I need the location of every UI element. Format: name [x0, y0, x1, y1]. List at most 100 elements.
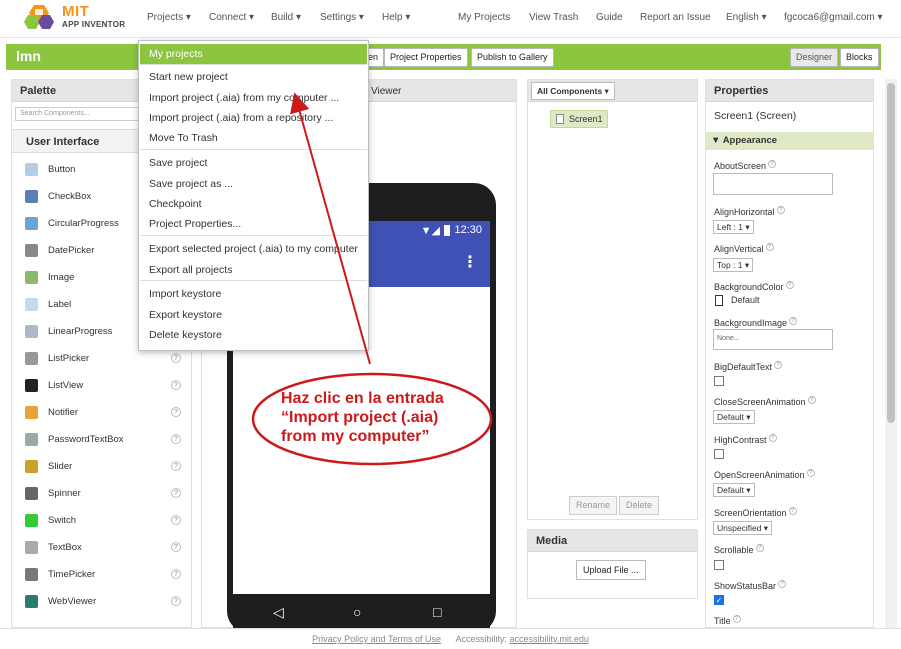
menu-item-export-selected-project[interactable]: Export selected project (.aia) to my com… — [140, 239, 367, 259]
high-contrast-checkbox[interactable] — [714, 449, 724, 459]
annotation-line-2: “Import project (.aia) — [281, 409, 439, 426]
menu-item-save-project-as[interactable]: Save project as ... — [140, 174, 367, 194]
page-scrollbar[interactable] — [885, 79, 897, 628]
scrollbar-thumb[interactable] — [887, 83, 895, 423]
rename-button[interactable]: Rename — [569, 496, 618, 515]
help-icon[interactable]: ? — [785, 281, 794, 289]
designer-button[interactable]: Designer — [790, 48, 839, 67]
help-icon[interactable]: ? — [171, 380, 181, 390]
app-inventor-logo[interactable]: MIT APP INVENTOR — [22, 3, 132, 33]
open-screen-animation-select[interactable]: Default ▾ — [713, 483, 755, 497]
help-icon[interactable]: ? — [171, 353, 181, 363]
nav-my-projects[interactable]: My Projects — [458, 12, 510, 23]
about-screen-textarea[interactable] — [713, 173, 833, 195]
nav-connect[interactable]: Connect ▾ — [209, 12, 254, 23]
annotation-line-3: from my computer” — [281, 428, 430, 445]
palette-item-listview[interactable]: ListView? — [12, 373, 191, 400]
menu-separator — [140, 280, 367, 281]
nav-guide[interactable]: Guide — [596, 12, 623, 23]
menu-item-move-to-trash[interactable]: Move To Trash — [140, 128, 367, 148]
project-properties-button[interactable]: Project Properties — [384, 48, 468, 67]
palette-item-slider[interactable]: Slider? — [12, 454, 191, 481]
help-icon[interactable]: ? — [171, 515, 181, 525]
align-horizontal-select[interactable]: Left : 1 ▾ — [713, 220, 754, 234]
help-icon[interactable]: ? — [171, 461, 181, 471]
nav-report-issue[interactable]: Report an Issue — [640, 12, 711, 23]
background-color-swatch[interactable] — [715, 295, 723, 306]
help-icon[interactable]: ? — [774, 361, 783, 369]
palette-item-switch[interactable]: Switch? — [12, 508, 191, 535]
appearance-group-header[interactable]: ▼ Appearance — [706, 132, 873, 150]
menu-item-start-new-project[interactable]: Start new project — [140, 67, 367, 87]
nav-settings[interactable]: Settings ▾ — [320, 12, 364, 23]
palette-item-passwordtextbox[interactable]: PasswordTextBox? — [12, 427, 191, 454]
components-panel: All Components ▾ Screen1 Rename Delete — [527, 79, 698, 520]
component-tree-screen1[interactable]: Screen1 — [550, 110, 608, 128]
menu-item-import-keystore[interactable]: Import keystore — [140, 284, 367, 304]
menu-item-project-properties[interactable]: Project Properties... — [140, 214, 367, 234]
privacy-link[interactable]: Privacy Policy and Terms of Use — [312, 634, 441, 644]
spinner-icon — [25, 487, 38, 500]
help-icon[interactable]: ? — [768, 434, 777, 442]
nav-help[interactable]: Help ▾ — [382, 12, 410, 23]
all-components-dropdown[interactable]: All Components ▾ — [531, 82, 615, 100]
help-icon[interactable]: ? — [776, 206, 785, 214]
help-icon[interactable]: ? — [778, 580, 787, 588]
menu-item-import-project-from-computer[interactable]: Import project (.aia) from my computer .… — [140, 88, 367, 108]
nav-view-trash[interactable]: View Trash — [529, 12, 578, 23]
menu-item-export-all-projects[interactable]: Export all projects — [140, 260, 367, 280]
palette-item-label: Slider — [48, 461, 73, 472]
palette-item-spinner[interactable]: Spinner? — [12, 481, 191, 508]
prop-screen-orientation-label: ScreenOrientation? — [714, 507, 797, 518]
menu-item-export-keystore[interactable]: Export keystore — [140, 305, 367, 325]
prop-scrollable-label: Scrollable? — [714, 544, 764, 555]
menu-item-my-projects[interactable]: My projects — [140, 44, 367, 64]
prop-about-screen-label: AboutScreen? — [714, 160, 777, 171]
brand-line-2: APP INVENTOR — [62, 20, 126, 29]
scrollable-checkbox[interactable] — [714, 560, 724, 570]
delete-button[interactable]: Delete — [619, 496, 660, 515]
palette-item-timepicker[interactable]: TimePicker? — [12, 562, 191, 589]
datepicker-icon — [25, 244, 38, 257]
screen1-label: Screen1 — [569, 114, 603, 124]
wifi-signal-icon: ▼◢ — [420, 225, 440, 237]
help-icon[interactable]: ? — [171, 569, 181, 579]
upload-file-button[interactable]: Upload File ... — [576, 560, 646, 580]
big-default-text-checkbox[interactable] — [714, 376, 724, 386]
show-status-bar-checkbox[interactable]: ✓ — [714, 595, 724, 605]
palette-item-textbox[interactable]: TextBox? — [12, 535, 191, 562]
prop-close-screen-animation-label: CloseScreenAnimation? — [714, 396, 816, 407]
publish-to-gallery-button[interactable]: Publish to Gallery — [471, 48, 554, 67]
blocks-button[interactable]: Blocks — [840, 48, 879, 67]
help-icon[interactable]: ? — [768, 160, 777, 168]
menu-item-delete-keystore[interactable]: Delete keystore — [140, 325, 367, 345]
nav-account[interactable]: fgcoca6@gmail.com ▾ — [784, 12, 883, 23]
help-icon[interactable]: ? — [171, 407, 181, 417]
help-icon[interactable]: ? — [171, 542, 181, 552]
help-icon[interactable]: ? — [732, 615, 741, 623]
help-icon[interactable]: ? — [806, 469, 815, 477]
nav-language[interactable]: English ▾ — [726, 12, 767, 23]
help-icon[interactable]: ? — [788, 507, 797, 515]
background-image-field[interactable]: None... — [713, 329, 833, 350]
accessibility-link[interactable]: accessibility.mit.edu — [510, 634, 589, 644]
menu-item-save-project[interactable]: Save project — [140, 153, 367, 173]
close-screen-animation-select[interactable]: Default ▾ — [713, 410, 755, 424]
help-icon[interactable]: ? — [171, 596, 181, 606]
palette-item-webviewer[interactable]: WebViewer? — [12, 589, 191, 616]
help-icon[interactable]: ? — [171, 434, 181, 444]
palette-item-label: Image — [48, 272, 75, 283]
menu-item-import-project-from-repository[interactable]: Import project (.aia) from a repository … — [140, 108, 367, 128]
help-icon[interactable]: ? — [789, 317, 798, 325]
help-icon[interactable]: ? — [765, 243, 774, 251]
nav-build[interactable]: Build ▾ — [271, 12, 301, 23]
help-icon[interactable]: ? — [807, 396, 816, 404]
help-icon[interactable]: ? — [171, 488, 181, 498]
screen-orientation-select[interactable]: Unspecified ▾ — [713, 521, 773, 535]
menu-item-checkpoint[interactable]: Checkpoint — [140, 194, 367, 214]
background-color-value[interactable]: Default — [731, 295, 760, 305]
align-vertical-select[interactable]: Top : 1 ▾ — [713, 258, 754, 272]
palette-item-notifier[interactable]: Notifier? — [12, 400, 191, 427]
help-icon[interactable]: ? — [755, 544, 764, 552]
nav-projects[interactable]: Projects ▾ — [147, 12, 191, 23]
